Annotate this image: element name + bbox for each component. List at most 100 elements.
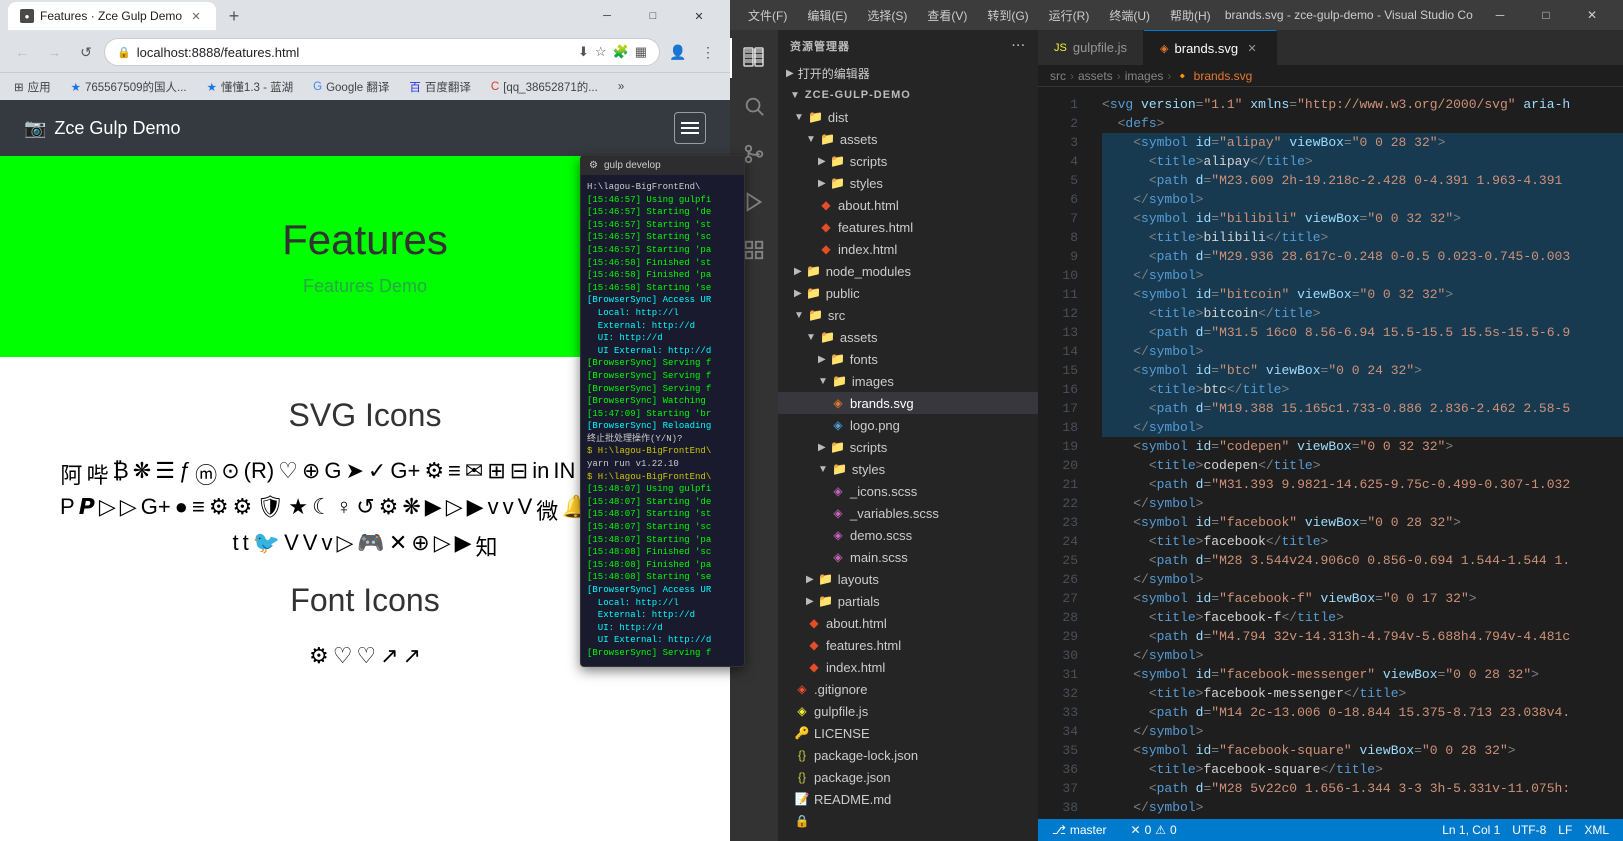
more-bookmarks[interactable]: » (612, 79, 630, 95)
sidebar-toggle-icon[interactable]: ▦ (635, 44, 647, 60)
code-line-32: <title>facebook-messenger</title> (1102, 684, 1623, 703)
code-content[interactable]: <svg version="1.1" xmlns="http://www.w3.… (1086, 87, 1623, 819)
tab-close-brands[interactable]: ✕ (1244, 40, 1260, 56)
browser-tab[interactable]: ● Features · Zce Gulp Demo ✕ (8, 2, 216, 30)
bookmark-icon[interactable]: ☆ (595, 44, 607, 60)
bookmark-5-icon: C (491, 81, 499, 93)
sidebar-item-main-scss[interactable]: ◈ main.scss (778, 546, 1038, 568)
menu-help[interactable]: 帮助(H) (1160, 0, 1221, 30)
sidebar-more-icon[interactable]: ··· (1012, 40, 1026, 52)
user-icon[interactable]: 👤 (664, 38, 692, 66)
code-line-4: <title>alipay</title> (1102, 152, 1623, 171)
status-line-ending[interactable]: LF (1552, 819, 1578, 841)
sidebar-item-dist[interactable]: ▼ 📁 dist (778, 106, 1038, 128)
sidebar-item-dist-features[interactable]: ◆ features.html (778, 216, 1038, 238)
sidebar-item-images[interactable]: ▼ 📁 images (778, 370, 1038, 392)
vscode-maximize[interactable]: □ (1523, 0, 1569, 30)
sidebar-item-dist-index[interactable]: ◆ index.html (778, 238, 1038, 260)
menu-terminal[interactable]: 终端(U) (1099, 0, 1160, 30)
minimize-button[interactable]: ─ (584, 0, 630, 32)
menu-view[interactable]: 查看(V) (917, 0, 977, 30)
sidebar-item-readme[interactable]: 📝 README.md (778, 788, 1038, 810)
menu-file[interactable]: 文件(F) (738, 0, 797, 30)
sidebar-item-icons-scss[interactable]: ◈ _icons.scss (778, 480, 1038, 502)
sidebar-item-src-index[interactable]: ◆ index.html (778, 656, 1038, 678)
maximize-button[interactable]: □ (630, 0, 676, 32)
bookmark-1[interactable]: ★ 765567509的国人... (65, 77, 193, 97)
back-button[interactable]: ← (8, 38, 36, 66)
vscode-minimize[interactable]: ─ (1477, 0, 1523, 30)
language-text: XML (1584, 823, 1609, 837)
sidebar-item-public[interactable]: ▶ 📁 public (778, 282, 1038, 304)
refresh-button[interactable]: ↺ (72, 38, 100, 66)
folder-icon: 📁 (830, 439, 846, 455)
open-editors-section[interactable]: ▶ 打开的编辑器 (778, 62, 1038, 84)
bookmark-apps[interactable]: ⊞ 应用 (8, 77, 57, 97)
breadcrumb-assets[interactable]: assets (1078, 69, 1113, 83)
bookmark-2[interactable]: ★ 懂懂1.3 - 蓝湖 (201, 77, 300, 97)
sidebar-item-src-assets[interactable]: ▼ 📁 assets (778, 326, 1038, 348)
bookmark-3[interactable]: G Google 翻译 (307, 77, 395, 97)
extension-icon: 🧩 (613, 44, 629, 60)
status-errors[interactable]: ✕ 0 ⚠ 0 (1125, 819, 1183, 841)
more-options-icon[interactable]: ⋮ (694, 38, 722, 66)
sidebar-item-layouts[interactable]: ▶ 📁 layouts (778, 568, 1038, 590)
sidebar-item-fonts[interactable]: ▶ 📁 fonts (778, 348, 1038, 370)
sidebar-item-gitignore[interactable]: ◈ .gitignore (778, 678, 1038, 700)
forward-button[interactable]: → (40, 38, 68, 66)
sidebar-item-src-about[interactable]: ◆ about.html (778, 612, 1038, 634)
status-language[interactable]: XML (1578, 819, 1615, 841)
term-line: [15:46:57] Starting 'de (587, 206, 738, 219)
sidebar-item-logo-png[interactable]: ◈ logo.png (778, 414, 1038, 436)
sidebar-item-demo-scss[interactable]: ◈ demo.scss (778, 524, 1038, 546)
sidebar-item-variables-scss[interactable]: ◈ _variables.scss (778, 502, 1038, 524)
bookmark-4[interactable]: 百 百度翻译 (403, 77, 477, 97)
sidebar-item-package-json[interactable]: {} package.json (778, 766, 1038, 788)
hamburger-button[interactable] (674, 112, 706, 144)
vscode-menu-bar: 文件(F) 编辑(E) 选择(S) 查看(V) 转到(G) 运行(R) 终端(U… (738, 0, 1221, 30)
sidebar-item-src-scripts[interactable]: ▶ 📁 scripts (778, 436, 1038, 458)
term-line: External: http://d (587, 609, 738, 622)
sidebar-item-src[interactable]: ▼ 📁 src (778, 304, 1038, 326)
status-encoding[interactable]: UTF-8 (1506, 819, 1552, 841)
menu-edit[interactable]: 编辑(E) (797, 0, 857, 30)
menu-goto[interactable]: 转到(G) (977, 0, 1038, 30)
code-line-2: <defs> (1102, 114, 1623, 133)
term-line: [BrowserSync] Reloading (587, 420, 738, 433)
address-bar[interactable]: 🔒 localhost:8888/features.html ⬇ ☆ 🧩 ▦ (104, 38, 660, 66)
activity-search[interactable] (730, 82, 778, 130)
breadcrumb-src[interactable]: src (1050, 69, 1066, 83)
status-line-col[interactable]: Ln 1, Col 1 (1436, 819, 1506, 841)
sidebar-item-src-styles[interactable]: ▼ 📁 styles (778, 458, 1038, 480)
sidebar-item-package-lock[interactable]: {} package-lock.json (778, 744, 1038, 766)
sidebar-item-src-features[interactable]: ◆ features.html (778, 634, 1038, 656)
menu-run[interactable]: 运行(R) (1039, 0, 1100, 30)
status-branch[interactable]: ⎇ master (1046, 819, 1113, 841)
folder-icon: 📁 (818, 571, 834, 587)
activity-explorer[interactable] (730, 34, 778, 82)
code-line-29: <path d="M4.794 32v-14.313h-4.794v-5.688… (1102, 627, 1623, 646)
tab-gulpfile[interactable]: JS gulpfile.js (1038, 30, 1144, 65)
bookmark-5[interactable]: C [qq_38652871的... (485, 77, 604, 97)
new-tab-button[interactable]: + (220, 2, 248, 30)
sidebar-item-gulpfile[interactable]: ◈ gulpfile.js (778, 700, 1038, 722)
sidebar-item-dist-assets[interactable]: ▼ 📁 assets (778, 128, 1038, 150)
close-button[interactable]: ✕ (676, 0, 722, 32)
sidebar-item-dist-styles[interactable]: ▶ 📁 styles (778, 172, 1038, 194)
sidebar-item-license[interactable]: 🔑 LICENSE (778, 722, 1038, 744)
sidebar-item-partials[interactable]: ▶ 📁 partials (778, 590, 1038, 612)
tab-close-btn[interactable]: ✕ (188, 8, 204, 24)
sidebar-item-yarn-lock[interactable]: 🔒 (778, 810, 1038, 832)
vscode-close[interactable]: ✕ (1569, 0, 1615, 30)
sidebar-item-brands-svg[interactable]: ◈ brands.svg (778, 392, 1038, 414)
tab-brands-svg[interactable]: ◈ brands.svg ✕ (1144, 30, 1277, 65)
menu-select[interactable]: 选择(S) (857, 0, 917, 30)
breadcrumb-images[interactable]: images (1125, 69, 1164, 83)
explorer-root[interactable]: ▼ ZCE-GULP-DEMO (778, 84, 1038, 106)
sidebar: 资源管理器 ··· ▶ 打开的编辑器 ▼ ZCE-GULP-DEMO ▼ 📁 d… (778, 30, 1038, 841)
code-line-1: <svg version="1.1" xmlns="http://www.w3.… (1102, 95, 1623, 114)
sidebar-item-dist-scripts[interactable]: ▶ 📁 scripts (778, 150, 1038, 172)
sidebar-item-node-modules[interactable]: ▶ 📁 node_modules (778, 260, 1038, 282)
sidebar-item-dist-about[interactable]: ◆ about.html (778, 194, 1038, 216)
code-line-12: <title>bitcoin</title> (1102, 304, 1623, 323)
